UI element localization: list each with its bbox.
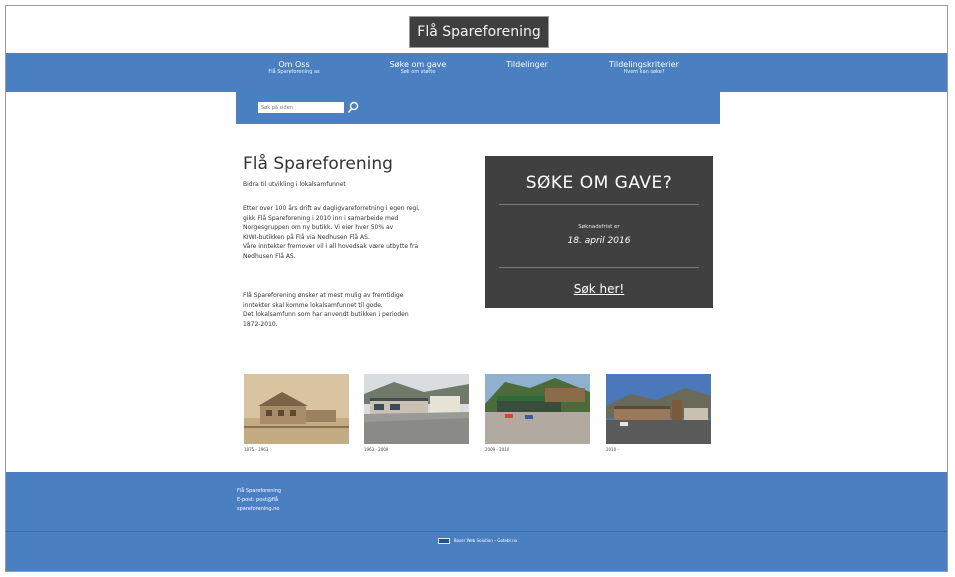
intro-paragraph: Etter over 100 års drift av dagligvarefo…: [243, 204, 483, 261]
intro-line: Våre inntekter fremover vil i all hoveds…: [243, 243, 419, 250]
nav-item-subtitle: Flå Spareforening as: [268, 68, 320, 75]
footer-email-domain[interactable]: spareforening.no: [237, 505, 281, 514]
intro-line: Norgesgruppen om ny butikk. Vi eier hver…: [243, 224, 394, 231]
nav-item-om-oss[interactable]: Om Oss Flå Spareforening as: [259, 60, 329, 75]
nav-item-tildelinger[interactable]: Tildelinger: [491, 60, 563, 70]
mission-line: Flå Spareforening ønsker at mest mulig a…: [243, 292, 404, 299]
nav-item-title: Tildelinger: [506, 60, 548, 69]
mission-line: Det lokalsamfunn som har anvendt butikke…: [243, 311, 409, 318]
footer-divider: [6, 531, 947, 532]
footer-contact: Flå Spareforening E-post: post@flå spare…: [237, 487, 281, 514]
site-footer: Flå Spareforening E-post: post@flå spare…: [6, 472, 947, 571]
mission-line: inntekter skal komme lokalsamfunnet til …: [243, 301, 383, 309]
cta-title: SØKE OM GAVE?: [525, 173, 673, 193]
apply-here-link[interactable]: Søk her!: [485, 282, 713, 296]
nav-item-soke-om-gave[interactable]: Søke om gave Søk om støtte: [378, 60, 458, 75]
nav-item-tildelingskriterier[interactable]: Tildelingskriterier Hvem kan søke?: [594, 60, 694, 75]
footer-credit[interactable]: Boxer Web Solution – Gotebr.no: [6, 538, 947, 544]
intro-line: KIWI-butikken på Flå via Nedhusen Flå AS…: [243, 233, 370, 241]
photo-caption: 2010 -: [606, 447, 619, 452]
deadline-date: 18. april 2016: [567, 236, 631, 246]
main-navigation: Om Oss Flå Spareforening as Søke om gave…: [6, 53, 947, 92]
credit-text: Boxer Web Solution – Gotebr.no: [453, 538, 518, 543]
nav-item-subtitle: Søk om støtte: [400, 68, 436, 75]
photo-caption: 1963 - 2009: [364, 447, 389, 452]
grant-application-box: SØKE OM GAVE? Søknadsfrist er 18. april …: [485, 156, 713, 308]
credit-logo-icon: [437, 538, 450, 544]
footer-org-name: Flå Spareforening: [237, 488, 282, 494]
intro-line: Etter over 100 års drift av dagligvarefo…: [243, 205, 420, 212]
cta-divider: [499, 267, 699, 268]
page-title: Flå Spareforening: [243, 154, 393, 174]
search-icon[interactable]: [347, 100, 359, 114]
deadline-label: Søknadsfrist er: [578, 224, 620, 230]
browser-viewport: Flå Spareforening Om Oss Flå Spareforeni…: [5, 5, 948, 572]
footer-email-link[interactable]: E-post: post@flå: [237, 496, 281, 505]
site-logo[interactable]: Flå Spareforening: [409, 16, 549, 48]
search-bar: [236, 92, 720, 124]
history-photo-1875[interactable]: [244, 374, 349, 444]
mission-line: 1872-2010.: [243, 320, 278, 328]
cta-divider: [499, 204, 699, 205]
mission-paragraph: Flå Spareforening ønsker at mest mulig a…: [243, 291, 483, 329]
history-photo-2009[interactable]: [485, 374, 590, 444]
intro-line: gikk Flå Spareforening i 2010 inn i sama…: [243, 214, 399, 222]
intro-line: Nedhusen Flå AS.: [243, 252, 296, 260]
page-subtitle: Bidra til utvikling i lokalsamfunnet: [243, 181, 346, 188]
photo-caption: 1875 - 1963: [244, 447, 269, 452]
search-input[interactable]: [258, 102, 344, 113]
history-photo-2010[interactable]: [606, 374, 711, 444]
nav-item-subtitle: Hvem kan søke?: [623, 68, 665, 75]
photo-caption: 2009 - 2010: [485, 447, 510, 452]
history-photo-1963[interactable]: [364, 374, 469, 444]
